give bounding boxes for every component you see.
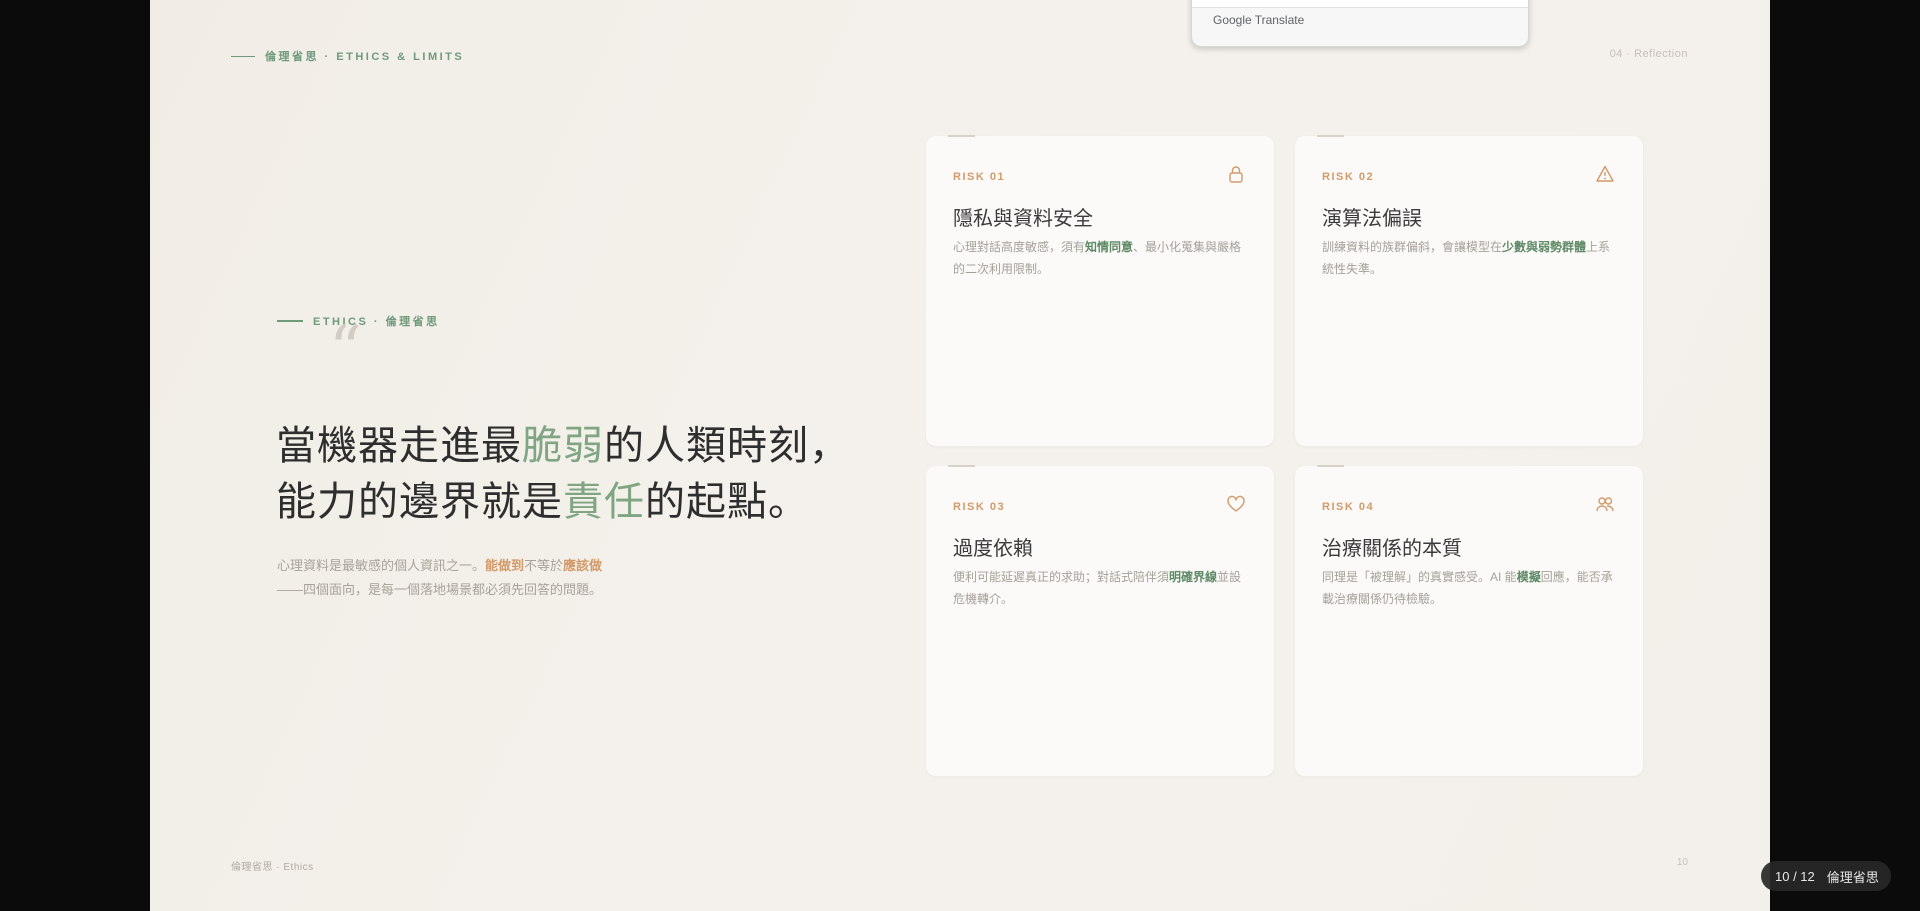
quote-kicker-rule <box>277 320 303 322</box>
risk-card-3: RISK 03 過度依賴 便利可能延遲真正的求助；對話式陪伴須明確界線並設危機轉… <box>926 465 1274 776</box>
footer-page-number: 10 <box>1676 857 1688 868</box>
card-tab <box>1317 135 1344 137</box>
subtext-line-1: 心理資料是最敏感的個人資訊之一。能做到不等於應該做 <box>277 554 602 578</box>
risk-card-2: RISK 02 演算法偏誤 訓練資料的族群偏斜，會讓模型在少數與弱勢群體上系統性… <box>1295 135 1643 446</box>
warning-icon <box>1596 165 1614 182</box>
quote-mark-icon: “ <box>329 313 362 387</box>
top-kicker: 倫理省思 · ETHICS & LIMITS <box>231 48 464 64</box>
headline-text: 當機器走進最 <box>276 423 522 469</box>
desc-highlight: 明確界線 <box>1169 570 1218 584</box>
risk-title: 演算法偏誤 <box>1322 206 1422 230</box>
lock-icon <box>1229 166 1243 183</box>
risk-title: 隱私與資料安全 <box>953 206 1093 230</box>
headline-accent: 脆弱 <box>522 423 604 469</box>
card-tab <box>948 465 975 467</box>
footer-label: 倫理省思 · Ethics <box>231 862 314 873</box>
translate-brand[interactable]: Google Translate <box>1213 13 1304 27</box>
risk-label: RISK 01 <box>953 171 1006 183</box>
risk-description: 心理對話高度敏感，須有知情同意、最小化蒐集與嚴格的二次利用限制。 <box>953 236 1249 280</box>
risk-card-4: RISK 04 治療關係的本質 同理是「被理解」的真實感受。AI 能模擬回應，能… <box>1295 465 1643 776</box>
section-label: 04 · Reflection <box>1609 48 1688 60</box>
slide: 倫理省思 · ETHICS & LIMITS 04 · Reflection G… <box>150 0 1770 911</box>
headline-text: 的人類時刻， <box>604 423 850 469</box>
slide-pager[interactable]: 10 / 12 倫理省思 <box>1761 861 1891 891</box>
desc-highlight: 模擬 <box>1516 570 1541 584</box>
headline-accent: 責任 <box>563 479 645 525</box>
subtext-line-2: ——四個面向，是每一個落地場景都必須先回答的問題。 <box>277 582 603 597</box>
heart-icon <box>1227 495 1245 512</box>
desc-text: 同理是「被理解」的真實感受。AI 能 <box>1322 570 1517 584</box>
risk-card-1: RISK 01 隱私與資料安全 心理對話高度敏感，須有知情同意、最小化蒐集與嚴格… <box>926 135 1274 446</box>
google-logo-text: Google <box>1213 13 1252 27</box>
risk-label: RISK 02 <box>1322 171 1375 183</box>
google-translate-popup[interactable]: Google Translate <box>1191 0 1529 47</box>
risk-description: 便利可能延遲真正的求助；對話式陪伴須明確界線並設危機轉介。 <box>953 566 1249 610</box>
quote-headline: 當機器走進最脆弱的人類時刻， 能力的邊界就是責任的起點。 <box>276 418 850 530</box>
kicker-rule <box>231 55 255 57</box>
desc-text: 便利可能延遲真正的求助；對話式陪伴須 <box>953 570 1170 584</box>
card-tab <box>948 135 975 137</box>
risk-title: 治療關係的本質 <box>1322 536 1462 560</box>
quote-subtext: 心理資料是最敏感的個人資訊之一。能做到不等於應該做 ——四個面向，是每一個落地場… <box>277 554 602 602</box>
headline-text: 能力的邊界就是 <box>276 479 563 525</box>
risk-title: 過度依賴 <box>953 536 1033 560</box>
headline-line-1: 當機器走進最脆弱的人類時刻， <box>276 418 850 474</box>
desc-text: 心理對話高度敏感，須有 <box>953 240 1086 254</box>
users-icon <box>1596 497 1614 512</box>
risk-description: 訓練資料的族群偏斜，會讓模型在少數與弱勢群體上系統性失準。 <box>1322 236 1618 280</box>
translate-popup-header <box>1192 0 1528 8</box>
risk-label: RISK 03 <box>953 501 1006 513</box>
translate-label: Translate <box>1254 13 1305 27</box>
subtext-highlight: 應該做 <box>563 558 603 573</box>
subtext: 不等於 <box>524 558 564 573</box>
risk-description: 同理是「被理解」的真實感受。AI 能模擬回應，能否承載治療關係仍待檢驗。 <box>1322 566 1618 610</box>
pager-position: 10 / 12 <box>1775 868 1815 884</box>
headline-text: 的起點。 <box>645 479 809 525</box>
headline-line-2: 能力的邊界就是責任的起點。 <box>276 474 850 530</box>
subtext-highlight: 能做到 <box>485 558 525 573</box>
desc-highlight: 少數與弱勢群體 <box>1502 240 1587 254</box>
top-kicker-text: 倫理省思 · ETHICS & LIMITS <box>265 51 465 63</box>
desc-text: 訓練資料的族群偏斜，會讓模型在 <box>1322 240 1503 254</box>
subtext: 心理資料是最敏感的個人資訊之一。 <box>277 558 486 573</box>
card-tab <box>1317 465 1344 467</box>
desc-highlight: 知情同意 <box>1085 240 1134 254</box>
pager-slide-name: 倫理省思 <box>1826 869 1879 885</box>
risk-label: RISK 04 <box>1322 501 1375 513</box>
